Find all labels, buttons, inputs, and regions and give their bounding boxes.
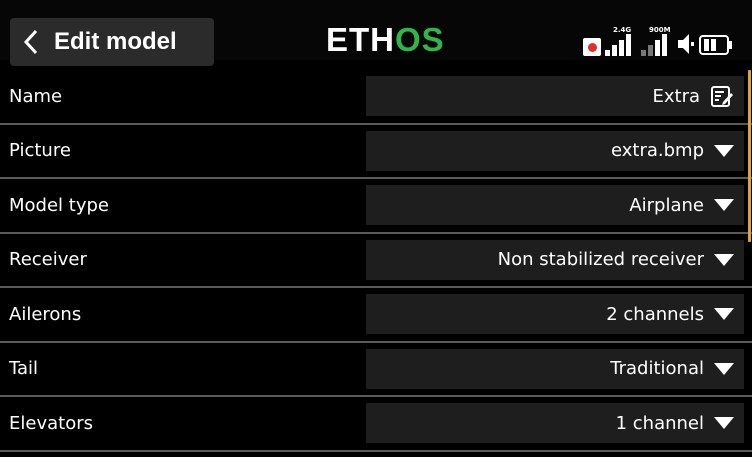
- row-model-type: Model type Airplane: [0, 179, 752, 234]
- scrollbar[interactable]: [748, 70, 751, 242]
- edit-icon: [711, 86, 733, 108]
- elevators-value: 1 channel: [615, 412, 704, 434]
- signal-2g4-icon: 2.4G: [605, 26, 637, 56]
- row-label: Model type: [9, 194, 109, 216]
- page-title: Edit model: [54, 28, 177, 55]
- record-icon: [583, 38, 601, 56]
- speaker-icon: [678, 34, 694, 54]
- row-label: Ailerons: [9, 303, 82, 325]
- ailerons-dropdown[interactable]: 2 channels: [366, 294, 744, 335]
- chevron-left-icon: [10, 18, 52, 66]
- row-label: Picture: [9, 140, 71, 162]
- row-ailerons: Ailerons 2 channels: [0, 288, 752, 343]
- elevators-dropdown[interactable]: 1 channel: [366, 403, 744, 444]
- ethos-logo: ETH OS: [326, 21, 445, 58]
- header-bar: Edit model ETH OS 2.4G 900M: [0, 0, 752, 66]
- receiver-dropdown[interactable]: Non stabilized receiver: [366, 239, 744, 280]
- settings-list: Name Extra Picture extra.bmp Model type …: [0, 70, 752, 452]
- name-value: Extra: [652, 85, 700, 107]
- row-label: Receiver: [9, 249, 87, 271]
- dropdown-arrow-icon: [714, 253, 734, 266]
- dropdown-arrow-icon: [714, 362, 734, 375]
- name-field[interactable]: Extra: [366, 76, 744, 117]
- row-receiver: Receiver Non stabilized receiver: [0, 234, 752, 288]
- dropdown-arrow-icon: [714, 308, 734, 321]
- ailerons-value: 2 channels: [606, 303, 704, 325]
- picture-value: extra.bmp: [610, 140, 704, 162]
- row-tail: Tail Traditional: [0, 343, 752, 397]
- back-button[interactable]: Edit model: [10, 18, 214, 66]
- row-elevators: Elevators 1 channel: [0, 397, 752, 452]
- row-name: Name Extra: [0, 70, 752, 125]
- dropdown-arrow-icon: [714, 199, 734, 212]
- status-icons: 2.4G 900M: [583, 24, 743, 56]
- tail-value: Traditional: [610, 358, 704, 380]
- model-type-value: Airplane: [629, 194, 704, 216]
- battery-icon: [699, 35, 732, 55]
- receiver-value: Non stabilized receiver: [497, 249, 704, 271]
- picture-dropdown[interactable]: extra.bmp: [366, 130, 744, 171]
- tail-dropdown[interactable]: Traditional: [366, 348, 744, 389]
- row-label: Elevators: [9, 412, 93, 434]
- model-type-dropdown[interactable]: Airplane: [366, 185, 744, 226]
- dropdown-arrow-icon: [714, 417, 734, 430]
- dropdown-arrow-icon: [714, 144, 734, 157]
- row-label: Name: [9, 85, 63, 107]
- row-label: Tail: [9, 358, 39, 380]
- signal-900m-icon: 900M: [641, 26, 673, 56]
- row-picture: Picture extra.bmp: [0, 125, 752, 179]
